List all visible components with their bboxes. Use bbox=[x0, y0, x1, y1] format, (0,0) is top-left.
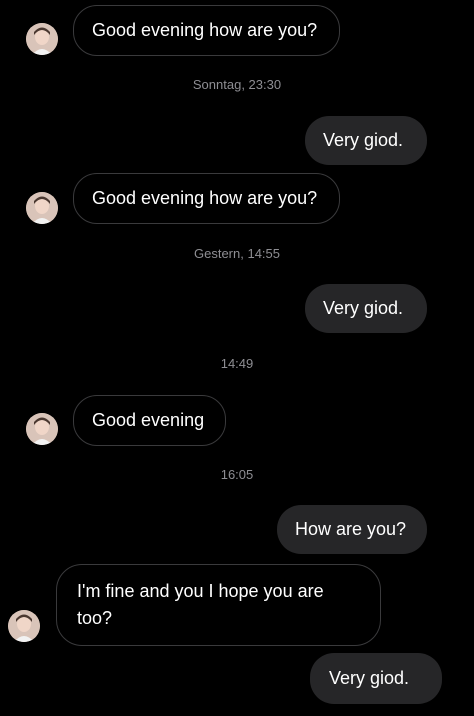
message-text: I'm fine and you I hope you are too? bbox=[77, 581, 324, 628]
timestamp-divider: 16:05 bbox=[220, 467, 254, 482]
incoming-message-bubble[interactable]: I'm fine and you I hope you are too? bbox=[56, 564, 381, 646]
message-text: How are you? bbox=[295, 519, 407, 539]
outgoing-message-bubble[interactable]: Very giod. bbox=[310, 653, 442, 704]
message-text: Good evening bbox=[92, 410, 205, 430]
message-text: Very giod. bbox=[323, 298, 404, 318]
message-text: Very giod. bbox=[329, 668, 410, 688]
avatar-photo-icon bbox=[26, 413, 58, 445]
message-text: Very giod. bbox=[323, 130, 404, 150]
message-text: Good evening how are you? bbox=[92, 188, 318, 208]
avatar-photo-icon bbox=[26, 23, 58, 55]
outgoing-message-bubble[interactable]: How are you? bbox=[277, 505, 427, 554]
contact-avatar[interactable] bbox=[26, 192, 58, 224]
incoming-message-bubble[interactable]: Good evening bbox=[73, 395, 226, 446]
incoming-message-bubble[interactable]: Good evening how are you? bbox=[73, 173, 340, 224]
contact-avatar[interactable] bbox=[26, 413, 58, 445]
outgoing-message-bubble[interactable]: Very giod. bbox=[305, 284, 427, 333]
contact-avatar[interactable] bbox=[26, 23, 58, 55]
incoming-message-bubble[interactable]: Good evening how are you? bbox=[73, 5, 340, 56]
message-text: Good evening how are you? bbox=[92, 20, 318, 40]
contact-avatar[interactable] bbox=[8, 610, 40, 642]
timestamp-divider: Gestern, 14:55 bbox=[194, 246, 280, 261]
avatar-photo-icon bbox=[8, 610, 40, 642]
timestamp-divider: Sonntag, 23:30 bbox=[192, 77, 282, 92]
outgoing-message-bubble[interactable]: Very giod. bbox=[305, 116, 427, 165]
avatar-photo-icon bbox=[26, 192, 58, 224]
timestamp-divider: 14:49 bbox=[220, 356, 254, 371]
